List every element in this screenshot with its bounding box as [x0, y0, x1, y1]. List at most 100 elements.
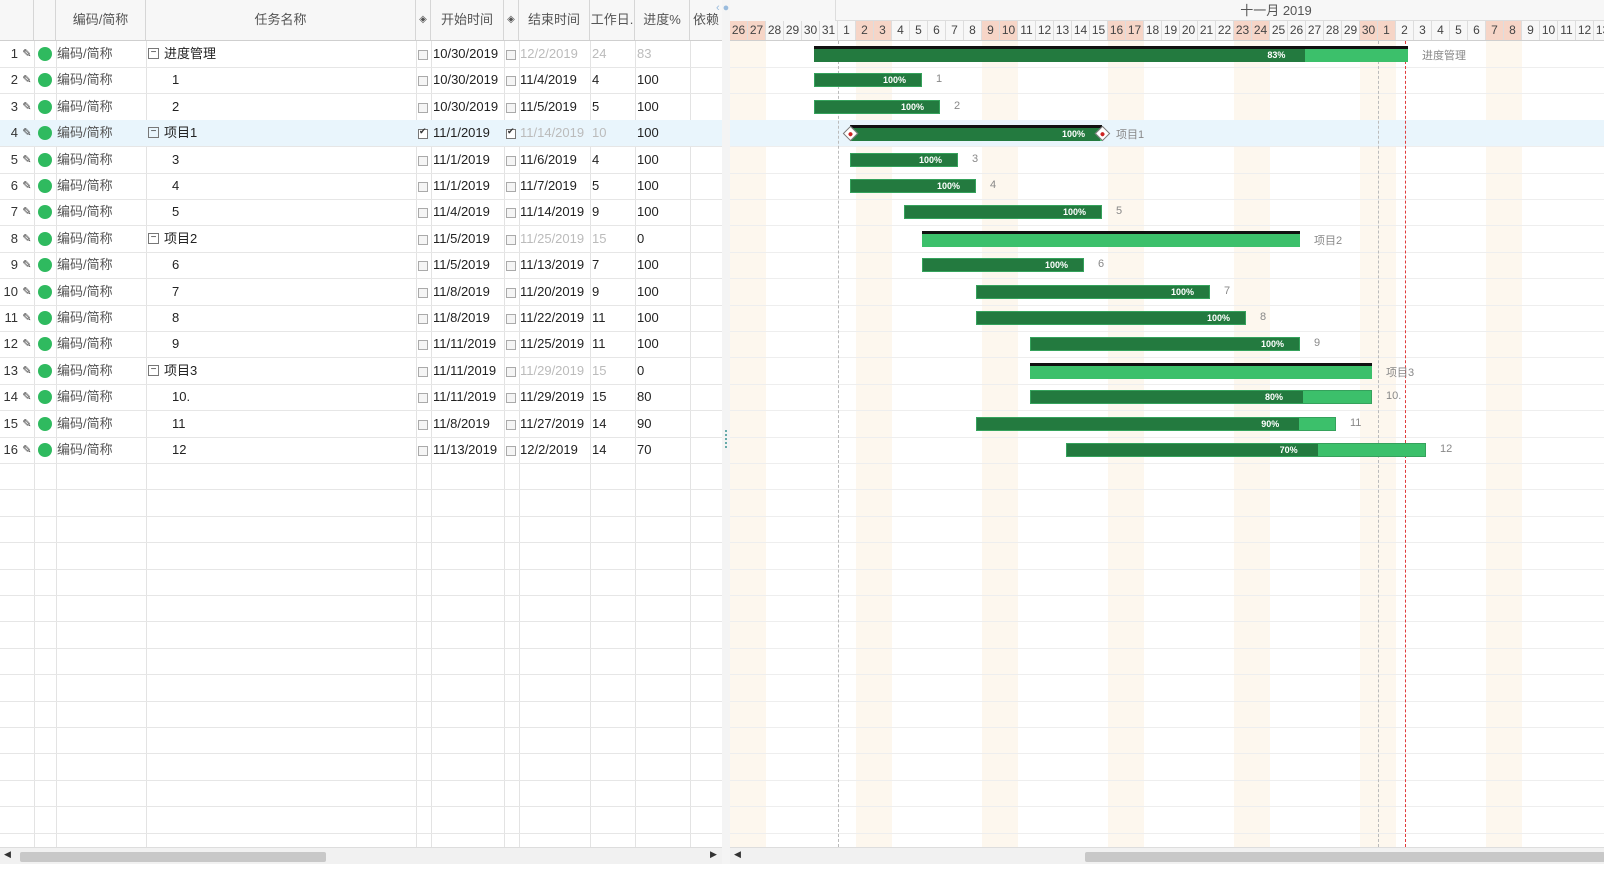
table-row[interactable]: 9 ✎ 编码/简称 6 11/5/2019 11/13/2019 7 100: [0, 252, 722, 280]
progress-cell[interactable]: 100: [637, 252, 687, 279]
summary-bar[interactable]: 83%: [814, 46, 1408, 62]
grid-horizontal-scrollbar[interactable]: ◀ ▶: [0, 847, 722, 865]
task-name-cell[interactable]: 10.: [148, 384, 414, 411]
end-date-cell[interactable]: 11/14/2019: [520, 120, 592, 147]
table-row[interactable]: 16 ✎ 编码/简称 12 11/13/2019 12/2/2019 14 70: [0, 437, 722, 464]
start-constraint-checkbox[interactable]: [418, 126, 428, 140]
table-row[interactable]: 11 ✎ 编码/简称 8 11/8/2019 11/22/2019 11 100: [0, 305, 722, 332]
end-date-cell[interactable]: 11/25/2019: [520, 226, 592, 253]
start-constraint-checkbox[interactable]: [418, 182, 428, 192]
gantt-scroll-left-icon[interactable]: ◀: [734, 849, 741, 860]
end-constraint-checkbox[interactable]: [506, 366, 516, 377]
start-date-cell[interactable]: 11/11/2019: [433, 358, 505, 385]
end-date-cell[interactable]: 11/14/2019: [520, 199, 592, 226]
edit-pencil-icon[interactable]: ✎: [21, 331, 33, 358]
progress-cell[interactable]: 100: [637, 147, 687, 174]
gantt-scroll-thumb[interactable]: [1085, 852, 1604, 862]
task-bar[interactable]: 100%: [814, 73, 922, 88]
code-cell[interactable]: 编码/简称: [57, 173, 145, 200]
workdays-cell[interactable]: 9: [592, 279, 634, 306]
workdays-cell[interactable]: 14: [592, 411, 634, 438]
progress-cell[interactable]: 0: [637, 358, 687, 385]
task-name-cell[interactable]: 6: [148, 252, 414, 279]
splitter-grip-icon[interactable]: [725, 430, 729, 448]
end-date-cell[interactable]: 11/7/2019: [520, 173, 592, 200]
task-bar[interactable]: 100%: [922, 258, 1084, 273]
edit-pencil-icon[interactable]: ✎: [21, 411, 33, 438]
workdays-cell[interactable]: 9: [592, 199, 634, 226]
start-constraint-checkbox[interactable]: [418, 393, 428, 404]
table-row[interactable]: 13 ✎ 编码/简称 − 项目3 11/11/2019 11/29/2019 15 0: [0, 358, 722, 385]
end-constraint-checkbox[interactable]: [506, 234, 516, 245]
start-date-cell[interactable]: 11/1/2019: [433, 147, 505, 174]
task-name-cell[interactable]: 7: [148, 279, 414, 306]
collapse-toggle-icon[interactable]: −: [148, 232, 159, 244]
task-name-cell[interactable]: − 项目1: [148, 120, 414, 147]
end-date-cell[interactable]: 11/25/2019: [520, 331, 592, 358]
start-date-cell[interactable]: 10/30/2019: [433, 67, 505, 94]
code-cell[interactable]: 编码/简称: [57, 94, 145, 121]
edit-pencil-icon[interactable]: ✎: [21, 199, 33, 226]
code-cell[interactable]: 编码/简称: [57, 41, 145, 68]
header-end[interactable]: 结束时间: [519, 0, 590, 40]
task-name-cell[interactable]: 5: [148, 199, 414, 226]
start-constraint-checkbox[interactable]: [418, 155, 428, 166]
progress-cell[interactable]: 100: [637, 305, 687, 332]
edit-pencil-icon[interactable]: ✎: [21, 94, 33, 121]
collapse-toggle-icon[interactable]: −: [148, 127, 159, 139]
end-date-cell[interactable]: 12/2/2019: [520, 41, 592, 68]
start-constraint-checkbox[interactable]: [418, 102, 428, 113]
task-name-cell[interactable]: 9: [148, 331, 414, 358]
table-row[interactable]: 7 ✎ 编码/简称 5 11/4/2019 11/14/2019 9 100: [0, 199, 722, 227]
start-date-cell[interactable]: 11/4/2019: [433, 199, 505, 226]
progress-cell[interactable]: 80: [637, 384, 687, 411]
summary-bar[interactable]: [1030, 362, 1372, 379]
table-row[interactable]: 10 ✎ 编码/简称 7 11/8/2019 11/20/2019 9 100: [0, 279, 722, 306]
code-cell[interactable]: 编码/简称: [57, 120, 145, 147]
header-progress[interactable]: 进度%: [635, 0, 690, 40]
edit-pencil-icon[interactable]: ✎: [21, 437, 33, 464]
end-constraint-checkbox[interactable]: [506, 261, 516, 272]
start-date-cell[interactable]: 11/1/2019: [433, 120, 505, 147]
end-date-cell[interactable]: 11/22/2019: [520, 305, 592, 332]
workdays-cell[interactable]: 10: [592, 120, 634, 147]
header-task-name[interactable]: 任务名称: [146, 0, 416, 40]
workdays-cell[interactable]: 11: [592, 331, 634, 358]
edit-pencil-icon[interactable]: ✎: [21, 226, 33, 253]
code-cell[interactable]: 编码/简称: [57, 437, 145, 464]
edit-pencil-icon[interactable]: ✎: [21, 41, 33, 68]
end-constraint-checkbox[interactable]: [506, 155, 516, 166]
start-date-cell[interactable]: 11/5/2019: [433, 226, 505, 253]
code-cell[interactable]: 编码/简称: [57, 279, 145, 306]
start-date-cell[interactable]: 11/8/2019: [433, 305, 505, 332]
header-start[interactable]: 开始时间: [431, 0, 504, 40]
end-constraint-checkbox[interactable]: [506, 419, 516, 430]
end-date-cell[interactable]: 11/27/2019: [520, 411, 592, 438]
code-cell[interactable]: 编码/简称: [57, 331, 145, 358]
end-date-cell[interactable]: 12/2/2019: [520, 437, 592, 464]
start-constraint-checkbox[interactable]: [418, 366, 428, 377]
progress-cell[interactable]: 83: [637, 41, 687, 68]
task-name-cell[interactable]: − 项目2: [148, 226, 414, 253]
progress-cell[interactable]: 100: [637, 279, 687, 306]
workdays-cell[interactable]: 5: [592, 173, 634, 200]
progress-cell[interactable]: 100: [637, 94, 687, 121]
workdays-cell[interactable]: 15: [592, 226, 634, 253]
edit-pencil-icon[interactable]: ✎: [21, 358, 33, 385]
end-constraint-checkbox[interactable]: [506, 102, 516, 113]
end-date-cell[interactable]: 11/5/2019: [520, 94, 592, 121]
start-date-cell[interactable]: 10/30/2019: [433, 94, 505, 121]
workdays-cell[interactable]: 15: [592, 358, 634, 385]
start-constraint-checkbox[interactable]: [418, 340, 428, 351]
collapse-toggle-icon[interactable]: −: [148, 364, 159, 376]
task-bar[interactable]: 100%: [850, 179, 976, 193]
summary-bar[interactable]: 100%: [850, 125, 1102, 142]
header-code[interactable]: 编码/简称: [56, 0, 146, 40]
end-date-cell[interactable]: 11/20/2019: [520, 279, 592, 306]
progress-cell[interactable]: 70: [637, 437, 687, 464]
grid-scroll-thumb[interactable]: [20, 852, 326, 862]
workdays-cell[interactable]: 4: [592, 67, 634, 94]
table-row[interactable]: 8 ✎ 编码/简称 − 项目2 11/5/2019 11/25/2019 15 0: [0, 226, 722, 253]
workdays-cell[interactable]: 15: [592, 384, 634, 411]
workdays-cell[interactable]: 11: [592, 305, 634, 332]
